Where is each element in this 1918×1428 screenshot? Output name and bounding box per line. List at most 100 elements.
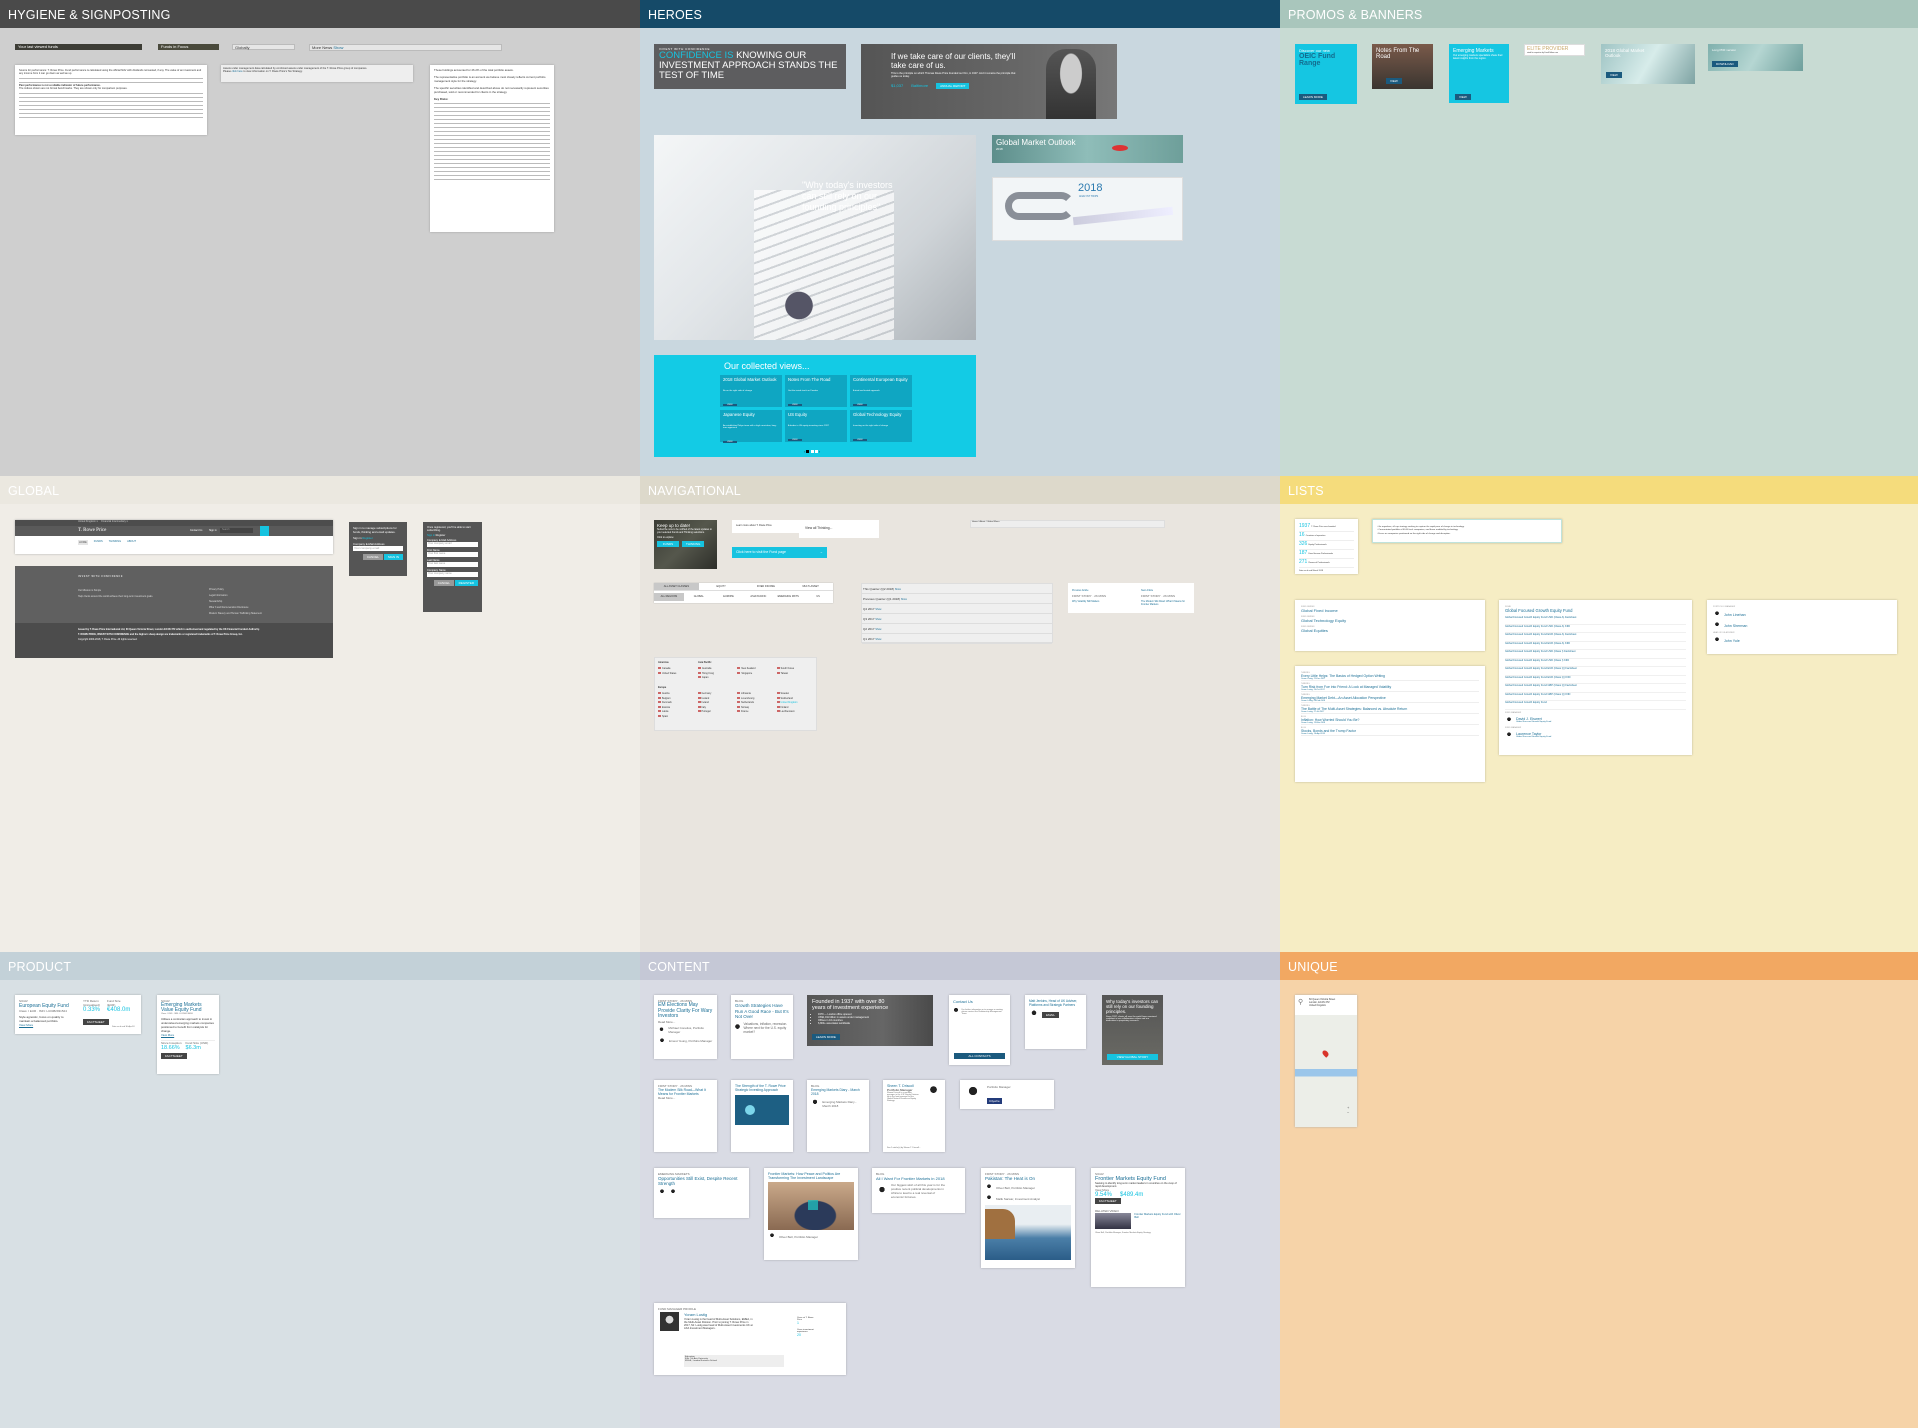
fund-link[interactable]: Global Technology Equity — [1301, 618, 1479, 623]
fund-link[interactable]: Global Equities — [1301, 628, 1479, 633]
read-more-link[interactable]: Read More... — [658, 1096, 713, 1100]
factsheet-button[interactable]: FACTSHEET — [1095, 1198, 1121, 1204]
manager-row[interactable]: Laurence Taylor Global Focused Growth Equ… — [1505, 730, 1686, 740]
region-tab[interactable]: ALL REGIONS — [654, 593, 684, 601]
author-articles-link[interactable]: See 5 article(s) by Shawn T. Driscoll... — [887, 1147, 921, 1149]
quarter-row[interactable]: Q2 2017 Show — [862, 624, 1052, 634]
register-field[interactable]: Your company email — [427, 542, 478, 547]
breadcrumb[interactable]: Home / About / Global Menu — [970, 520, 1165, 528]
country-option[interactable]: Canada — [658, 667, 696, 670]
location-marker-icon[interactable] — [1321, 1049, 1330, 1058]
person-row[interactable]: John Sherman — [1713, 621, 1891, 630]
show-link[interactable]: Show — [875, 628, 881, 631]
country-option[interactable]: United States — [658, 671, 696, 675]
signin-tab[interactable]: Sign in — [353, 536, 362, 540]
view-button[interactable]: VIEW — [853, 404, 867, 406]
country-option[interactable]: Portugal — [697, 710, 738, 713]
collected-view-tile[interactable]: Notes From The Road Get the inside track … — [785, 375, 847, 407]
carousel-dots[interactable]: ‹ › — [804, 449, 820, 454]
article-title[interactable]: EM Elections May Provide Clarity For War… — [658, 1002, 713, 1020]
person-row[interactable]: John Yule — [1713, 636, 1891, 645]
region-tab[interactable]: EUROPE — [714, 593, 744, 601]
country-option[interactable]: Norway — [737, 705, 777, 709]
quarter-row[interactable]: Q4 2017 Show — [862, 604, 1052, 614]
account-icon[interactable] — [260, 526, 269, 536]
document-link[interactable]: Global Focused Growth Equity Fund GBP (C… — [1505, 684, 1686, 693]
region-tab[interactable]: ASIA PACIFIC — [743, 593, 773, 601]
country-option[interactable]: Liechtenstein — [776, 710, 817, 713]
collected-view-tile[interactable]: Japanese Equity An established Tokyo team… — [720, 410, 782, 443]
video-thumbnail[interactable] — [1095, 1213, 1132, 1229]
country-option[interactable]: Japan — [698, 676, 737, 679]
annual-report-button[interactable]: ANNUAL REPORT — [936, 83, 970, 89]
prev-article-link[interactable]: Why Volatility Still Matters — [1072, 600, 1121, 603]
email-button[interactable]: EMAIL — [1042, 1011, 1060, 1018]
next-article-link[interactable]: The Modern Silk Road: What It Means for … — [1141, 600, 1190, 606]
country-option[interactable]: Ireland — [697, 701, 738, 704]
funds-in-focus-bar[interactable]: Funds in Focus — [158, 44, 219, 50]
collected-view-tile[interactable]: Continental European Equity A tried and t… — [850, 375, 912, 407]
collected-view-tile[interactable]: US Equity A leader in US equity investing… — [785, 410, 847, 442]
manager-row[interactable]: David J. Eiswert Global Focused Growth Eq… — [1505, 715, 1686, 725]
register-field[interactable]: Your last name — [427, 562, 478, 567]
country-select[interactable]: United Kingdom — [78, 520, 96, 523]
view-button[interactable]: VIEW — [788, 439, 802, 441]
thinking-item[interactable]: THINKING Turn Risk from Foe into Friend: … — [1301, 683, 1479, 692]
region-tab[interactable]: EMERGING MKTS — [773, 593, 803, 601]
article-title[interactable]: Emerging Markets Diary - March 2018 — [811, 1088, 865, 1096]
read-more-link[interactable]: Read More... — [658, 1020, 713, 1024]
document-link[interactable]: Global Focused Growth Equity Fund USD (C… — [1505, 659, 1686, 667]
search-input[interactable]: Search — [220, 528, 253, 533]
show-link[interactable]: Show — [901, 598, 907, 601]
country-option[interactable]: Finland — [776, 705, 817, 709]
quarter-row[interactable]: This Quarter (Q2 2018) Show — [862, 584, 1052, 594]
related-video-link[interactable]: Frontier Markets Equity Fund with Oliver… — [1134, 1213, 1181, 1229]
view-button[interactable]: VIEW — [1606, 72, 1622, 78]
quarter-row[interactable]: Q3 2017 Show — [862, 614, 1052, 624]
signin-link[interactable]: Sign in — [209, 529, 217, 532]
learn-more-button[interactable]: LEARN MORE — [812, 1034, 840, 1040]
show-link[interactable]: Show — [875, 618, 881, 621]
article-title[interactable]: The Strength of the T. Rowe Price Strate… — [735, 1084, 789, 1092]
document-link[interactable]: Global Focused Growth Equity Fund EUR (C… — [1505, 642, 1686, 650]
view-button[interactable]: VIEW — [1455, 94, 1471, 100]
funds-button[interactable]: FUNDS — [657, 541, 679, 547]
thinking-item[interactable]: BLOG Inflation: How Worried Should You Be… — [1301, 716, 1479, 725]
fund-title[interactable]: Emerging Markets Value Equity Fund — [161, 1003, 215, 1013]
show-link[interactable]: Show — [875, 638, 881, 641]
country-option[interactable]: Denmark — [658, 701, 698, 704]
document-link[interactable]: Global Focused Growth Equity Fund — [1505, 701, 1686, 710]
country-option[interactable]: Spain — [658, 714, 698, 718]
play-icon[interactable] — [808, 1200, 818, 1210]
view-more-link[interactable]: View More — [161, 1033, 215, 1037]
region-tab[interactable]: GLOBAL — [684, 593, 714, 601]
nav-thinking[interactable]: THINKING — [109, 540, 121, 545]
view-button[interactable]: VIEW — [1386, 78, 1402, 84]
view-button[interactable]: VIEW — [723, 404, 737, 406]
learn-more-button[interactable]: LEARN MORE — [1299, 94, 1327, 100]
factsheet-button[interactable]: FACTSHEET — [161, 1053, 187, 1059]
country-option[interactable]: New Zealand — [737, 667, 776, 670]
country-option[interactable]: Taiwan — [776, 671, 816, 675]
asset-tab[interactable]: MULTI-ASSET — [788, 583, 833, 590]
country-option[interactable]: Estonia — [658, 705, 698, 709]
person-row[interactable]: John Linehan — [1713, 610, 1891, 619]
country-option[interactable]: United Kingdom — [776, 701, 817, 704]
register-field[interactable]: Your first name — [427, 552, 478, 557]
country-option[interactable]: Australia — [698, 667, 737, 670]
last-viewed-bar[interactable]: Your last viewed funds — [15, 44, 142, 50]
cancel-button[interactable]: CANCEL — [433, 580, 454, 586]
globally-bar[interactable]: Globally — [232, 44, 295, 50]
collected-view-tile[interactable]: Global Technology Equity Investing on the… — [850, 410, 912, 442]
country-option[interactable]: Netherlands — [737, 701, 777, 704]
country-option[interactable]: South Korea — [776, 667, 816, 670]
asset-tab[interactable]: FIXED INCOME — [744, 583, 789, 590]
article-title[interactable]: All I Want For Frontier Markets in 2018 — [876, 1176, 961, 1181]
country-option[interactable]: Switzerland — [776, 696, 817, 700]
all-contacts-button[interactable]: ALL CONTACTS — [954, 1053, 1005, 1059]
asset-tab[interactable]: ALL ASSET CLASSES — [654, 583, 699, 590]
country-option[interactable]: Lithuania — [737, 692, 777, 695]
document-link[interactable]: Global Focused Growth Equity Fund USD (C… — [1505, 650, 1686, 659]
view-global-story-button[interactable]: VIEW GLOBAL STORY — [1107, 1054, 1158, 1060]
document-link[interactable]: Global Focused Growth Equity Fund USD (C… — [1505, 625, 1686, 633]
